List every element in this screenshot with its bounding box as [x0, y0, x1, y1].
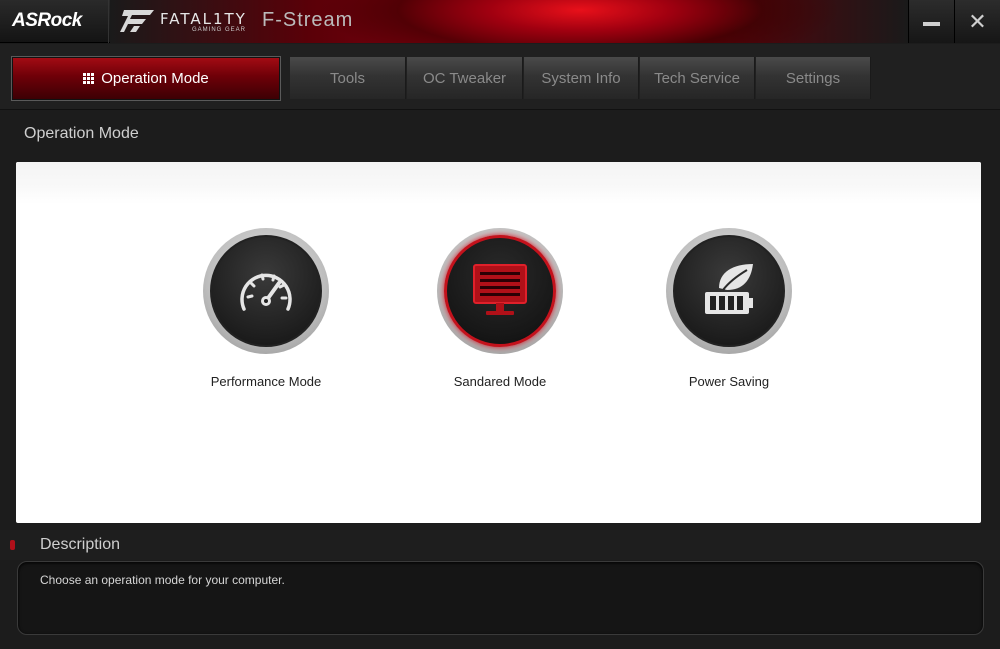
minimize-button[interactable]: [908, 0, 954, 43]
power-saving-button[interactable]: [666, 228, 792, 354]
section-title: Operation Mode: [24, 125, 139, 142]
description-title: Description: [40, 536, 121, 553]
title-bar: ASRock FATAL1TY GAMING GEAR F-Stream ✕: [0, 0, 1000, 43]
tab-label: Tools: [329, 69, 366, 87]
tab-label: System Info: [541, 69, 621, 87]
tab-label: Operation Mode: [101, 70, 209, 87]
mode-label: Power Saving: [688, 374, 770, 389]
mode-icon-well: [673, 235, 785, 347]
fatality-logo-icon: [120, 10, 154, 32]
description-text: Choose an operation mode for your comput…: [40, 573, 285, 587]
performance-mode-option[interactable]: Performance Mode: [186, 228, 346, 389]
grid-icon: [83, 73, 95, 84]
performance-mode-button[interactable]: [203, 228, 329, 354]
monitor-icon: [473, 264, 527, 315]
description-header: [0, 530, 1000, 560]
mode-label: Performance Mode: [210, 374, 322, 389]
close-button[interactable]: ✕: [954, 0, 1000, 43]
asrock-logo: ASRock: [12, 10, 82, 31]
tab-label: OC Tweaker: [422, 69, 507, 87]
title-divider: [108, 0, 109, 43]
tab-operation-mode[interactable]: Operation Mode: [11, 56, 281, 101]
mode-icon-well: [444, 235, 556, 347]
fatality-subtitle: GAMING GEAR: [192, 27, 247, 33]
fatality-wordmark: FATAL1TY: [160, 10, 247, 28]
tab-settings[interactable]: Settings: [756, 57, 871, 99]
tab-tools[interactable]: Tools: [290, 57, 406, 99]
app-title: F-Stream: [262, 9, 354, 31]
tab-system-info[interactable]: System Info: [524, 57, 639, 99]
description-marker-icon: [10, 540, 15, 550]
minimize-icon: [923, 21, 940, 26]
leaf-battery-icon: [705, 264, 753, 314]
tab-bar: Operation Mode Tools OC Tweaker System I…: [0, 44, 1000, 110]
standard-mode-button[interactable]: [437, 228, 563, 354]
tab-label: Tech Service: [654, 69, 740, 87]
speedometer-icon: [240, 273, 292, 311]
standard-mode-option[interactable]: Sandared Mode: [420, 228, 580, 389]
power-saving-option[interactable]: Power Saving: [649, 228, 809, 389]
mode-icon-well: [210, 235, 322, 347]
panel-header-band: [16, 162, 981, 204]
tab-label: Settings: [785, 69, 841, 87]
mode-label: Sandared Mode: [453, 374, 547, 389]
tab-tech-service[interactable]: Tech Service: [640, 57, 755, 99]
close-icon: ✕: [968, 8, 987, 34]
tab-oc-tweaker[interactable]: OC Tweaker: [407, 57, 523, 99]
